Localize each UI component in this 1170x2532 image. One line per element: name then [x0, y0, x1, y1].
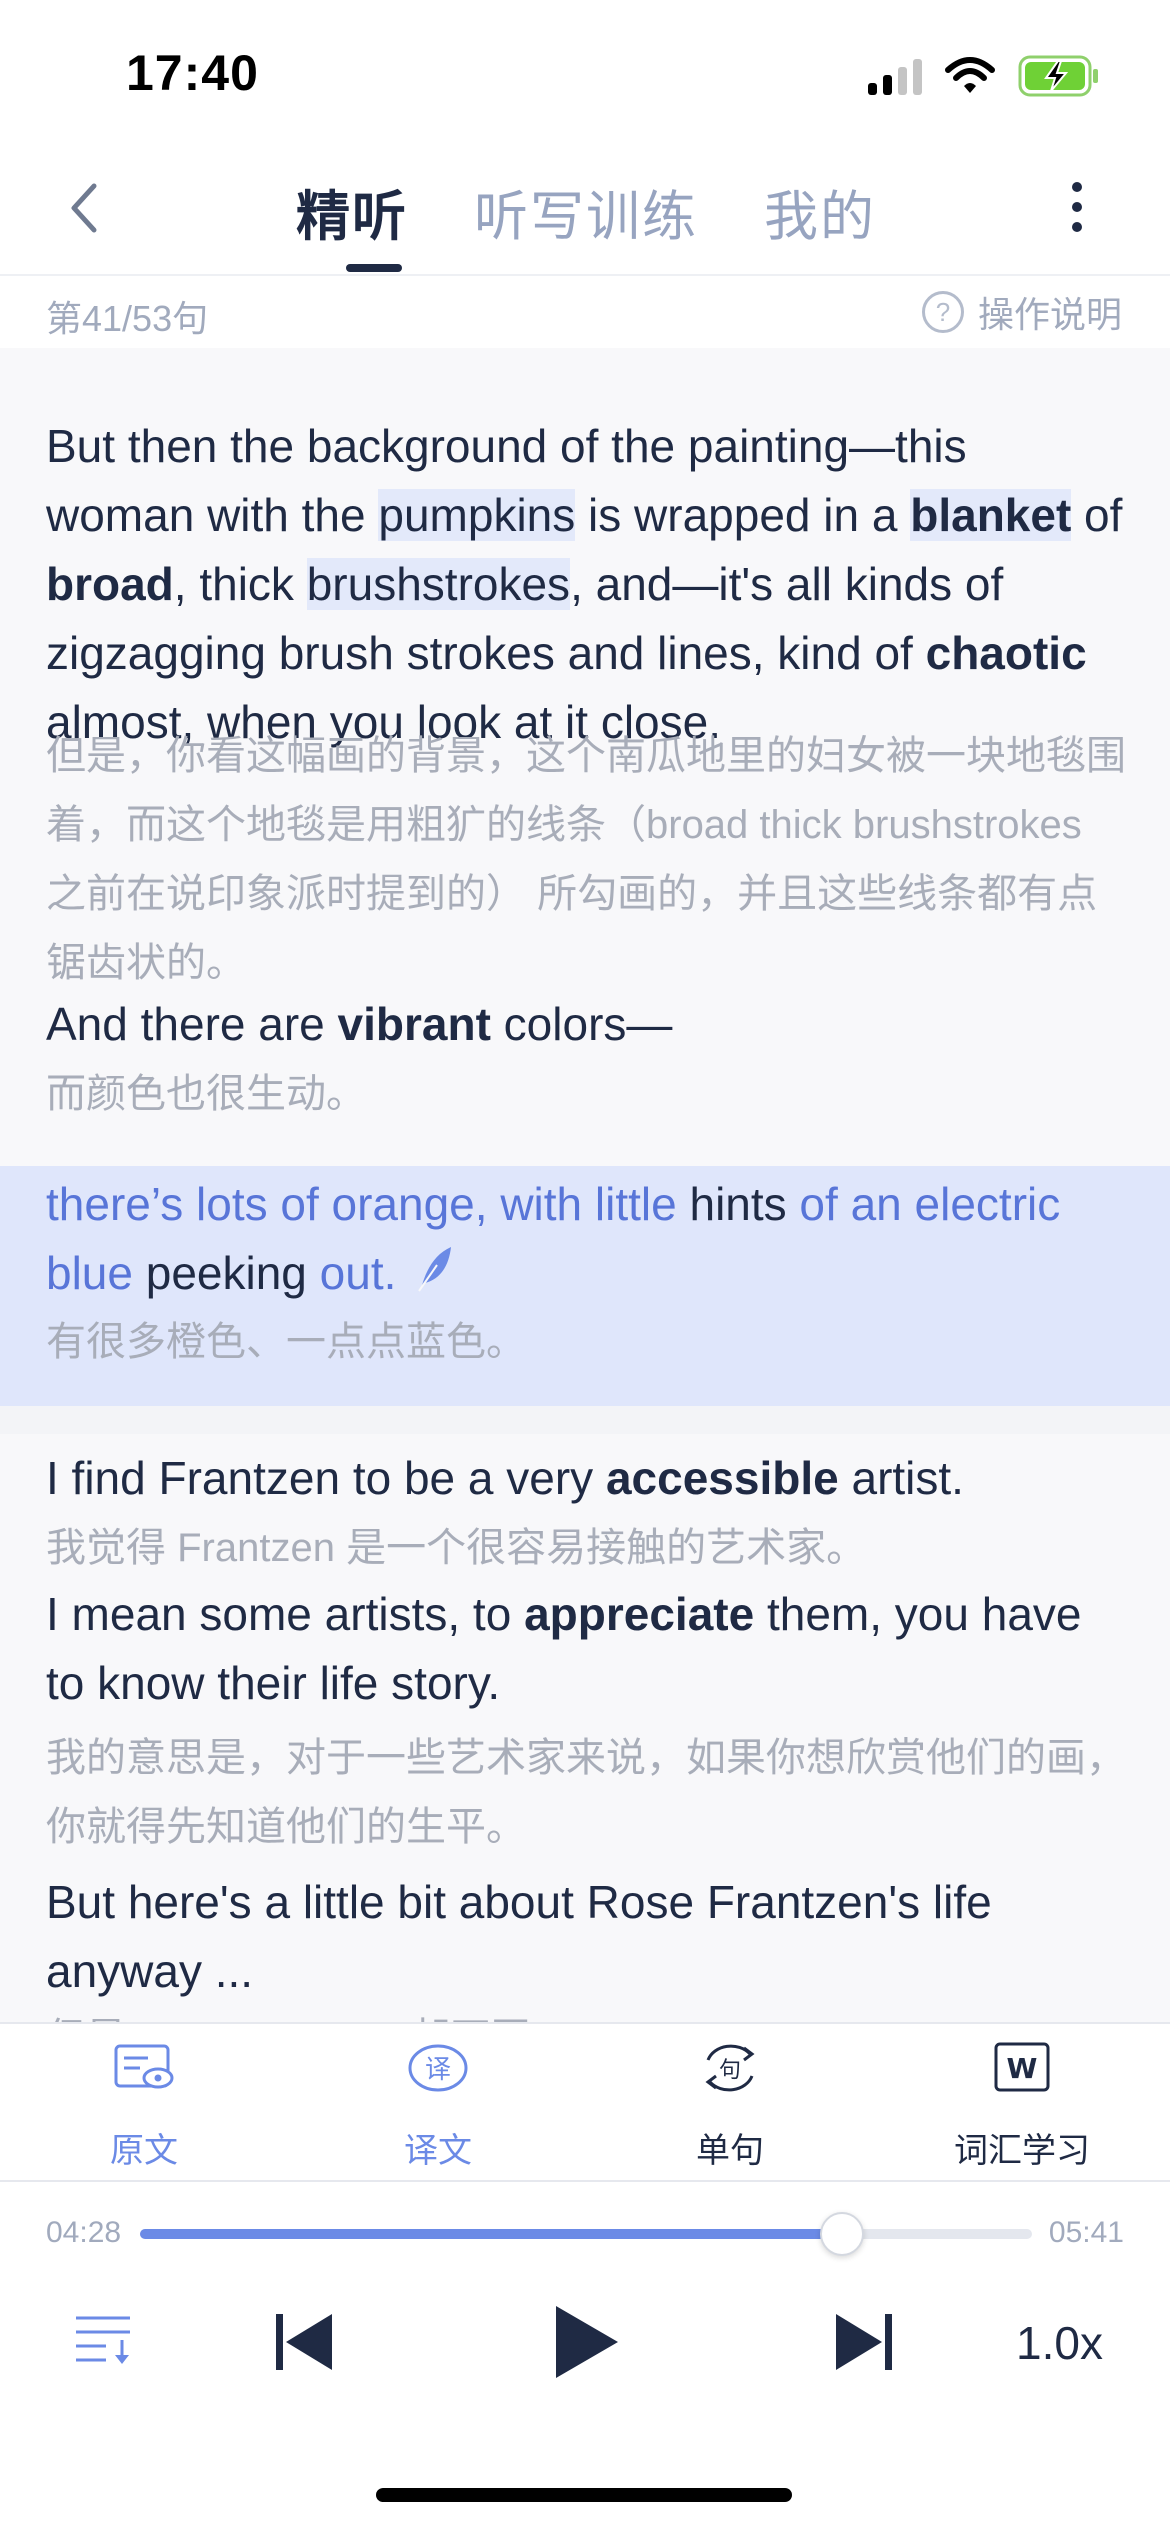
sentence-counter: 第41/53句	[46, 298, 209, 339]
sentence-english-current[interactable]: there’s lots of orange, with little hint…	[46, 1170, 1126, 1308]
translation-button[interactable]: 译 译文	[338, 2040, 538, 2172]
transcript-area[interactable]: But then the background of the painting—…	[0, 348, 1170, 2022]
vocabulary-label: 词汇学习	[954, 2132, 1090, 2170]
playback-speed-button[interactable]: 1.0x	[1016, 2316, 1103, 2370]
question-mark-icon: ?	[921, 291, 964, 333]
sentence-translation: 有很多橙色、一点点蓝色。	[46, 1320, 526, 1364]
text-run: I find Frantzen to be a very	[46, 1452, 606, 1504]
feather-note-icon[interactable]	[415, 1243, 455, 1293]
single-sentence-icon: 句	[705, 2044, 755, 2092]
single-sentence-button[interactable]: 句 单句	[630, 2040, 830, 2172]
translation-icon: 译	[408, 2044, 468, 2092]
instructions-label: 操作说明	[977, 294, 1122, 335]
back-button[interactable]	[60, 178, 110, 238]
battery-charging-icon	[1018, 55, 1098, 97]
skip-previous-icon	[276, 2314, 332, 2370]
chevron-left-icon	[71, 183, 97, 233]
progress-thumb[interactable]	[820, 2212, 864, 2256]
text-run: is wrapped in a	[575, 489, 911, 541]
sentence-translation: 我的意思是，对于一些艺术家来说，如果你想欣赏他们的画，你就得先知道他们的生平。	[46, 1736, 1126, 1849]
status-time: 17:40	[126, 45, 259, 101]
sentence-english[interactable]: But here's a little bit about Rose Frant…	[46, 1868, 1126, 2006]
svg-text:译: 译	[425, 2055, 451, 2085]
text-run-played: out.	[306, 1247, 397, 1299]
playlist-button[interactable]	[72, 2308, 136, 2373]
tab-mine[interactable]: 我的	[764, 172, 876, 251]
vocabulary-icon: W	[994, 2042, 1050, 2092]
home-indicator	[376, 2488, 792, 2502]
wifi-icon	[945, 57, 995, 93]
next-button[interactable]	[832, 2310, 896, 2379]
play-icon	[556, 2306, 618, 2378]
tab-intensive-listening[interactable]: 精听	[296, 172, 408, 251]
original-text-button[interactable]: 原文	[44, 2040, 244, 2172]
skip-next-icon	[836, 2314, 892, 2370]
svg-text:W: W	[1007, 2052, 1038, 2085]
original-text-label: 原文	[110, 2132, 178, 2170]
more-options-button[interactable]	[1062, 178, 1092, 238]
sentence-translation: 但是，你看这幅画的背景，这个南瓜地里的妇女被一块地毯围着，而这个地毯是用粗犷的线…	[46, 734, 1126, 985]
vocabulary-button[interactable]: W 词汇学习	[922, 2040, 1122, 2172]
keyword[interactable]: accessible	[606, 1452, 839, 1504]
text-run: of	[1071, 489, 1123, 541]
sentence-english[interactable]: I mean some artists, to appreciate them,…	[46, 1580, 1126, 1718]
playlist-icon	[76, 2316, 130, 2364]
keyword[interactable]: chaotic	[926, 627, 1087, 679]
sentence-english[interactable]: And there are vibrant colors—	[46, 990, 1126, 1059]
previous-button[interactable]	[272, 2310, 336, 2379]
tab-dictation-training[interactable]: 听写训练	[474, 172, 698, 251]
active-tab-indicator	[346, 264, 402, 272]
sentence-translation: 我觉得 Frantzen 是一个很容易接触的艺术家。	[46, 1526, 867, 1570]
vocab-word[interactable]: pumpkins	[378, 489, 576, 541]
svg-text:句: 句	[719, 2058, 741, 2083]
play-button[interactable]	[552, 2304, 620, 2385]
current-time: 04:28	[46, 2216, 122, 2249]
sentence-english[interactable]: I find Frantzen to be a very accessible …	[46, 1444, 1126, 1513]
text-run: artist.	[838, 1452, 964, 1504]
total-time: 05:41	[1048, 2216, 1124, 2249]
segment-divider	[0, 1406, 1170, 1434]
vocab-word[interactable]: blanket	[910, 489, 1072, 541]
instructions-link[interactable]: ? 操作说明	[921, 286, 1122, 338]
keyword[interactable]: vibrant	[338, 998, 491, 1050]
status-icons	[868, 54, 1100, 98]
text-run: I mean some artists, to	[46, 1588, 525, 1640]
text-run: And there are	[46, 998, 338, 1050]
single-sentence-label: 单句	[696, 2132, 764, 2170]
progress-fill	[140, 2229, 842, 2239]
text-run: , thick	[173, 558, 307, 610]
text-run-played: there’s lots of orange, with little	[46, 1178, 690, 1230]
text-run: peeking	[145, 1247, 307, 1299]
translation-label: 译文	[404, 2132, 472, 2170]
cellular-signal-icon	[868, 57, 922, 95]
keyword[interactable]: broad	[46, 558, 174, 610]
sentence-translation: 但是 Rose Frantzen 却不同:	[46, 2004, 1126, 2022]
vocab-word[interactable]: brushstrokes	[306, 558, 571, 610]
keyword[interactable]: appreciate	[524, 1588, 754, 1640]
text-run: hints	[689, 1178, 787, 1230]
original-text-icon	[114, 2044, 174, 2089]
sentence-translation: 而颜色也很生动。	[46, 1072, 366, 1116]
sentence-english[interactable]: But then the background of the painting—…	[46, 412, 1126, 757]
text-run: colors—	[490, 998, 673, 1050]
